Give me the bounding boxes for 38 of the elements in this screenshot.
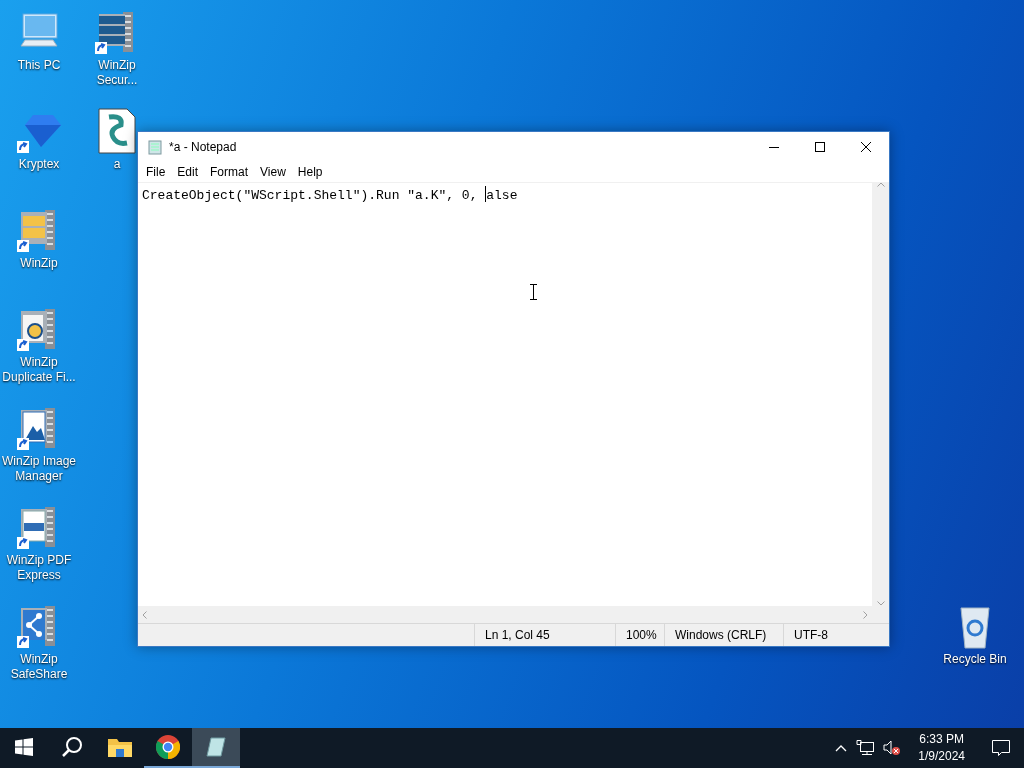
desktop-icon-label[interactable]: WinZip Duplicate Fi...: [0, 355, 78, 385]
desktop-icon-label[interactable]: a: [113, 157, 121, 172]
notepad-icon: [147, 138, 163, 155]
menu-item[interactable]: File: [140, 162, 172, 181]
desktop-icon-label[interactable]: This PC: [17, 58, 61, 73]
clock[interactable]: 6:33 PM 1/9/2024: [910, 731, 973, 765]
menu-item[interactable]: Help: [291, 162, 329, 181]
desktop-icon-label[interactable]: Kryptex: [18, 157, 60, 172]
status-text: Ln 1, Col 45: [474, 624, 615, 646]
desktop-icon-label[interactable]: WinZip Secur...: [78, 58, 156, 88]
editor-text: CreateObject("WScript.Shell").Run "a.K", 0, alse: [142, 188, 518, 203]
menu-item[interactable]: Edit: [171, 162, 205, 181]
menu-item[interactable]: Format: [204, 162, 255, 181]
maximize-icon: [815, 141, 825, 152]
close-icon: [861, 141, 871, 152]
folder-icon: [108, 737, 132, 757]
chevron-up-icon[interactable]: [835, 744, 848, 752]
status-text: 100%: [615, 624, 664, 646]
desktop-icon-label[interactable]: Recycle Bin: [943, 652, 1007, 667]
clock-date: 1/9/2024: [918, 748, 965, 765]
clock-time: 6:33 PM: [919, 731, 964, 748]
text-cursor-icon: [530, 284, 537, 300]
status-text: UTF-8: [783, 624, 889, 646]
muted-speaker-icon[interactable]: [883, 740, 902, 756]
desktop-icon-label[interactable]: WinZip SafeShare: [0, 652, 78, 682]
search-icon: [61, 736, 83, 758]
windows-logo-icon: [15, 738, 33, 756]
notepad-icon: [205, 736, 227, 758]
desktop-icon-label[interactable]: WinZip PDF Express: [0, 553, 78, 583]
network-icon[interactable]: [856, 740, 875, 756]
status-text: Windows (CRLF): [664, 624, 783, 646]
menu-item[interactable]: View: [254, 162, 292, 181]
desktop-icon-label[interactable]: WinZip Image Manager: [0, 454, 78, 484]
browser-icon: [156, 735, 180, 759]
notification-icon[interactable]: [992, 739, 1010, 757]
desktop-icon-label[interactable]: WinZip: [20, 256, 58, 271]
notepad-taskbar-button[interactable]: [192, 728, 240, 768]
window-title: *a - Notepad: [169, 139, 238, 154]
